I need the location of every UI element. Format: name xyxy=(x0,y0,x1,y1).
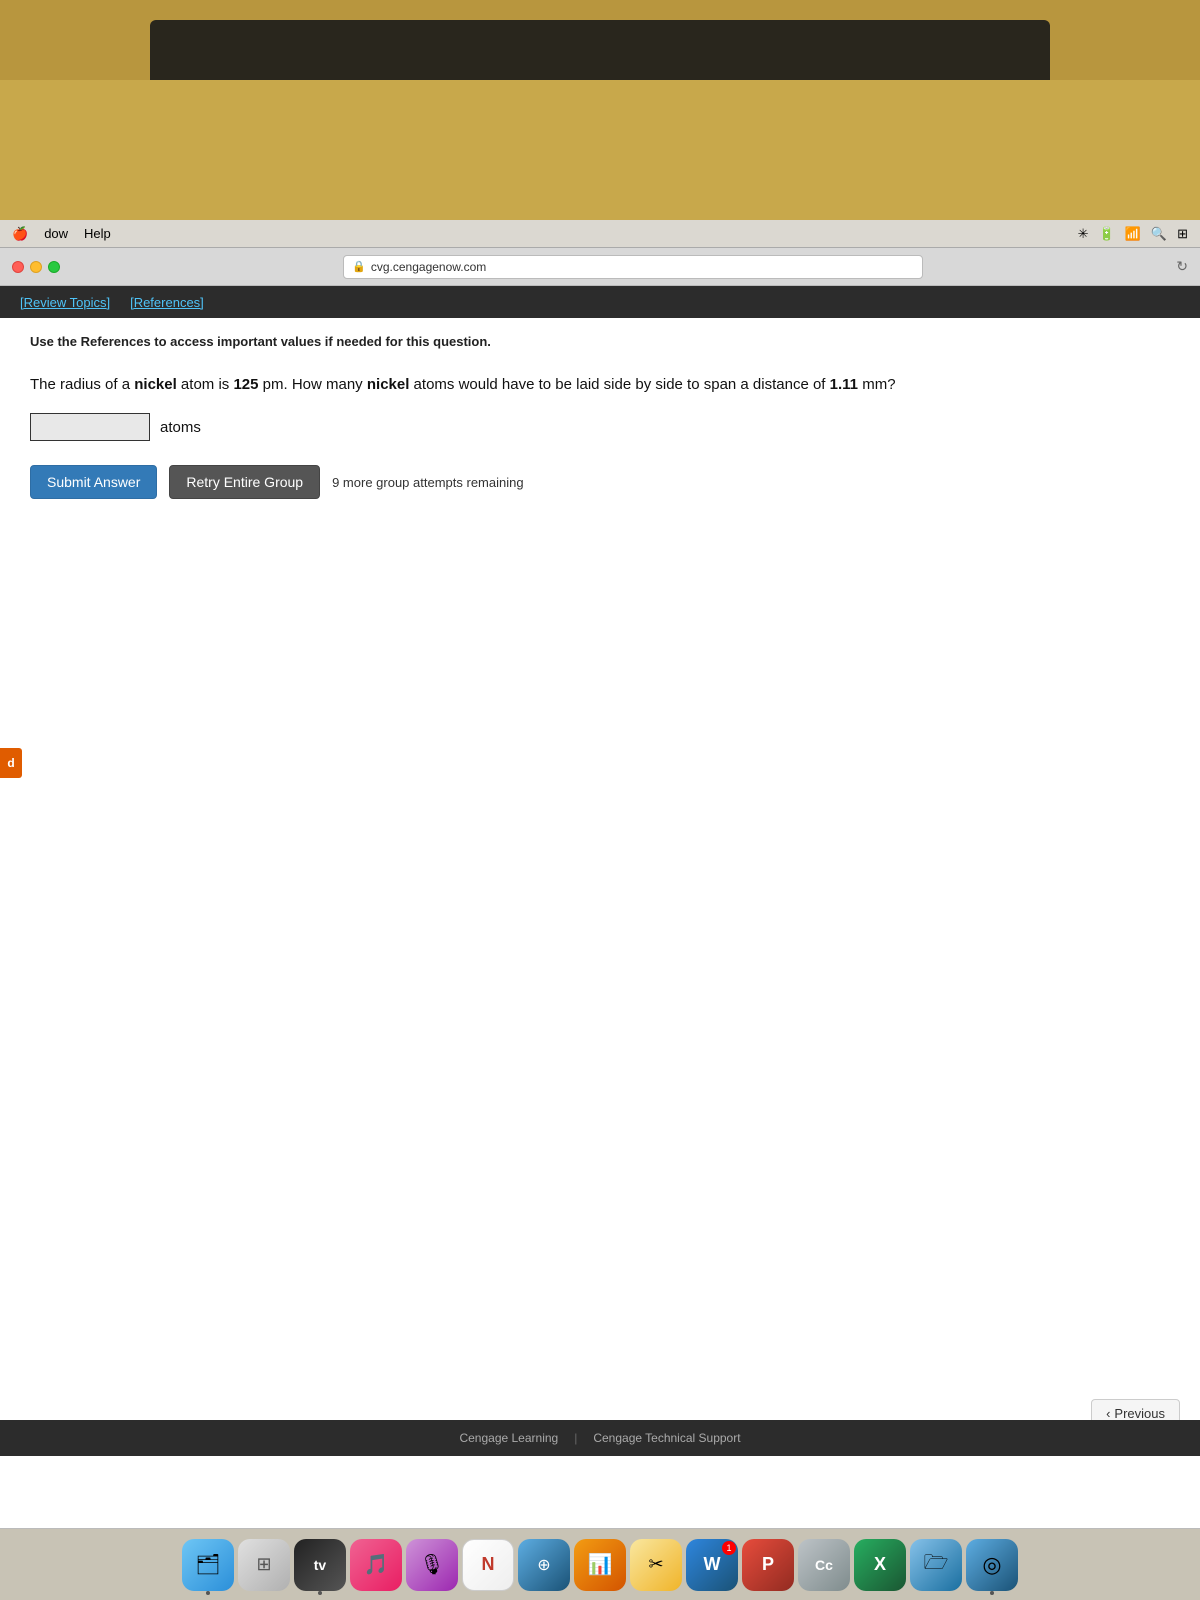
browser-footer: Cengage Learning | Cengage Technical Sup… xyxy=(0,1420,1200,1456)
music-icon: 🎵 xyxy=(364,1552,389,1577)
menu-apple[interactable]: 🍎 xyxy=(12,226,28,242)
excel-icon: X xyxy=(874,1554,886,1575)
dock-item-notes[interactable]: ✂ xyxy=(630,1539,682,1591)
content-area: Use the References to access important v… xyxy=(0,318,1200,818)
dock-item-translate[interactable]: ⊕ xyxy=(518,1539,570,1591)
dock-item-safari[interactable]: ◎ xyxy=(966,1539,1018,1591)
menu-bar: 🍎 dow Help ✳ 🔋 📶 🔍 ⊞ xyxy=(0,220,1200,248)
close-button[interactable] xyxy=(12,261,24,273)
question-text: The radius of a nickel atom is 125 pm. H… xyxy=(30,373,1113,397)
previous-label: Previous xyxy=(1114,1406,1165,1421)
powerpoint-icon: P xyxy=(762,1554,774,1575)
dock-item-podcasts[interactable]: 🎙 xyxy=(406,1539,458,1591)
answer-input[interactable] xyxy=(30,413,150,441)
dock-item-news[interactable]: N xyxy=(462,1539,514,1591)
appletv-dot xyxy=(318,1591,322,1595)
footer-cengage-learning[interactable]: Cengage Learning xyxy=(459,1431,558,1445)
menu-help[interactable]: Help xyxy=(84,226,111,241)
question-container: The radius of a nickel atom is 125 pm. H… xyxy=(30,373,1170,441)
charts-icon: 📊 xyxy=(588,1552,613,1577)
retry-entire-group-button[interactable]: Retry Entire Group xyxy=(169,465,320,499)
side-tab-letter: d xyxy=(7,756,14,770)
finder-dot xyxy=(206,1591,210,1595)
dock-item-powerpoint[interactable]: P xyxy=(742,1539,794,1591)
address-bar[interactable]: 🔒 cvg.cengagenow.com xyxy=(343,255,923,279)
atoms-label: atoms xyxy=(160,419,201,436)
maximize-button[interactable] xyxy=(48,261,60,273)
translate-icon: ⊕ xyxy=(537,1555,550,1575)
footer-separator: | xyxy=(574,1431,577,1445)
notes-icon: ✂ xyxy=(648,1554,663,1575)
news-icon: N xyxy=(482,1554,495,1575)
launchpad-icon: ⊞ xyxy=(256,1554,271,1575)
url-text: cvg.cengagenow.com xyxy=(371,260,486,274)
desktop-background xyxy=(0,0,1200,220)
review-topics-link[interactable]: [Review Topics] xyxy=(20,295,110,310)
references-note-bold: Use the References to access important v… xyxy=(30,334,491,349)
footer-technical-support[interactable]: Cengage Technical Support xyxy=(593,1431,740,1445)
browser-nav: [Review Topics] [References] xyxy=(0,286,1200,318)
dock-item-word[interactable]: W 1 xyxy=(686,1539,738,1591)
dock-item-finder[interactable]: 🗂 xyxy=(182,1539,234,1591)
folder-icon: 🗁 xyxy=(924,1548,949,1582)
nickel-1: nickel xyxy=(134,376,177,393)
search-icon[interactable]: 🔍 xyxy=(1151,226,1167,242)
podcasts-icon: 🎙 xyxy=(419,1552,444,1577)
finder-icon: 🗂 xyxy=(195,1552,220,1577)
battery-icon: 🔋 xyxy=(1099,226,1115,242)
browser-window: 🔒 cvg.cengagenow.com ↻ [Review Topics] [… xyxy=(0,248,1200,1528)
dock: 🗂 ⊞ tv 🎵 🎙 N ⊕ 📊 ✂ W 1 P Cc X 🗁 ◎ xyxy=(0,1528,1200,1600)
browser-chrome: 🔒 cvg.cengagenow.com ↻ xyxy=(0,248,1200,286)
minimize-button[interactable] xyxy=(30,261,42,273)
references-note: Use the References to access important v… xyxy=(30,334,1170,349)
control-center-icon[interactable]: ⊞ xyxy=(1177,226,1188,242)
appletv-icon: tv xyxy=(314,1557,326,1573)
chevron-left-icon: ‹ xyxy=(1106,1406,1110,1421)
wifi-icon: 📶 xyxy=(1125,226,1141,242)
side-tab[interactable]: d xyxy=(0,748,22,778)
word-icon: W xyxy=(704,1554,721,1575)
dock-item-cc[interactable]: Cc xyxy=(798,1539,850,1591)
word-badge: 1 xyxy=(722,1541,736,1555)
lock-icon: 🔒 xyxy=(352,260,366,273)
bluetooth-icon: ✳ xyxy=(1078,226,1089,242)
dock-item-charts[interactable]: 📊 xyxy=(574,1539,626,1591)
submit-answer-button[interactable]: Submit Answer xyxy=(30,465,157,499)
value-111: 1.11 xyxy=(830,376,858,393)
attempts-text: 9 more group attempts remaining xyxy=(332,475,523,490)
dock-item-appletv[interactable]: tv xyxy=(294,1539,346,1591)
nickel-2: nickel xyxy=(367,376,410,393)
answer-row: atoms xyxy=(30,413,1170,441)
safari-dot xyxy=(990,1591,994,1595)
button-row: Submit Answer Retry Entire Group 9 more … xyxy=(30,465,1170,499)
cc-icon: Cc xyxy=(815,1557,833,1573)
safari-icon: ◎ xyxy=(982,1552,1001,1578)
dock-item-launchpad[interactable]: ⊞ xyxy=(238,1539,290,1591)
value-125: 125 xyxy=(233,376,258,393)
dock-item-folder[interactable]: 🗁 xyxy=(910,1539,962,1591)
dock-item-music[interactable]: 🎵 xyxy=(350,1539,402,1591)
references-link[interactable]: [References] xyxy=(130,295,204,310)
dock-item-excel[interactable]: X xyxy=(854,1539,906,1591)
refresh-icon[interactable]: ↻ xyxy=(1176,258,1188,275)
menu-dow[interactable]: dow xyxy=(44,226,68,241)
